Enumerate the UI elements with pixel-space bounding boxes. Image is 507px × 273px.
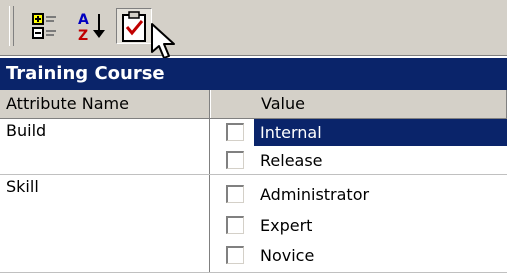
attribute-build: Build: [6, 121, 47, 140]
category-title: Training Course: [6, 63, 165, 84]
mouse-cursor-icon: [151, 23, 175, 59]
checkbox-administrator[interactable]: [226, 185, 244, 203]
value-row-novice[interactable]: Novice: [214, 242, 507, 269]
categorized-button[interactable]: [26, 8, 62, 44]
column-divider[interactable]: [209, 119, 210, 273]
value-label-expert: Expert: [260, 216, 313, 235]
value-column-header[interactable]: Value: [210, 90, 507, 118]
checkbox-internal[interactable]: [226, 123, 244, 141]
sort-alphabetical-icon: A Z: [78, 12, 105, 44]
toolbar-grip[interactable]: [9, 6, 14, 46]
checkbox-novice[interactable]: [226, 246, 244, 264]
value-row-expert[interactable]: Expert: [214, 212, 507, 239]
value-row-internal[interactable]: Internal: [214, 119, 507, 146]
categorized-icon: [32, 13, 56, 39]
row-separator: [0, 174, 507, 175]
sort-alphabetical-button[interactable]: A Z: [74, 8, 110, 44]
attribute-skill: Skill: [6, 177, 39, 196]
value-row-administrator[interactable]: Administrator: [214, 181, 507, 208]
property-pages-button[interactable]: [116, 8, 152, 44]
svg-text:Z: Z: [78, 28, 88, 44]
toolbar: A Z: [0, 0, 507, 59]
checkbox-expert[interactable]: [226, 216, 244, 234]
column-headers: Attribute Name Value: [0, 90, 507, 119]
value-label-internal: Internal: [254, 119, 507, 146]
value-label-administrator: Administrator: [260, 185, 370, 204]
category-header[interactable]: Training Course: [0, 58, 507, 90]
svg-text:A: A: [78, 12, 89, 28]
attribute-name-column-header[interactable]: Attribute Name: [0, 90, 210, 118]
value-label-novice: Novice: [260, 246, 315, 265]
attribute-grid: Build Skill Internal Release Administrat…: [0, 119, 507, 273]
value-label-release: Release: [260, 151, 323, 170]
property-pages-icon: [122, 11, 146, 42]
checkbox-release[interactable]: [226, 151, 244, 169]
value-row-release[interactable]: Release: [214, 147, 507, 174]
